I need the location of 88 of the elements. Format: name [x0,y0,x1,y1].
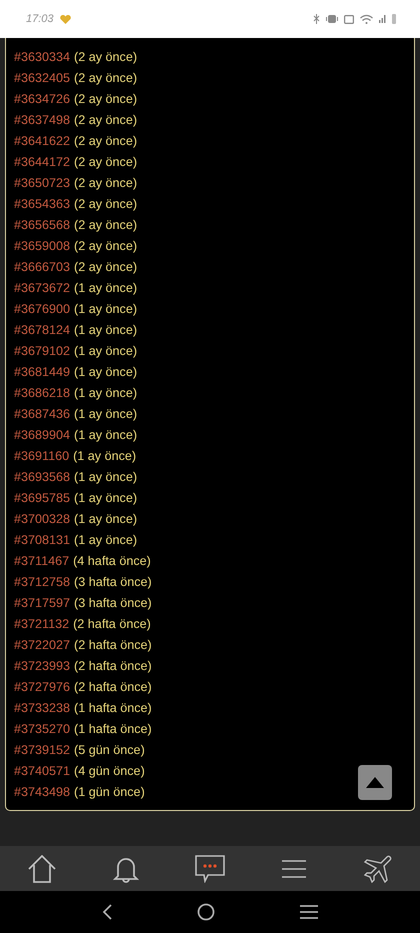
entry-age: (2 ay önce) [74,260,138,274]
chat-bubble-icon[interactable] [195,854,225,882]
entry-age: (1 ay önce) [74,364,138,378]
entry-age: (4 hafta önce) [73,554,151,568]
entry-age: (2 ay önce) [74,238,138,252]
entry-link[interactable]: #3676900 [14,302,70,316]
entry-age: (5 gün önce) [74,742,145,756]
entry-link[interactable]: #3735270 [14,722,70,736]
entry-age: (1 ay önce) [74,470,138,484]
home-circle-icon[interactable] [196,903,215,921]
vibrate-icon [326,15,338,23]
entry-age: (2 ay önce) [74,218,138,232]
entry-age: (2 hafta önce) [74,658,152,672]
entry-age: (1 ay önce) [74,532,138,546]
entry-link[interactable]: #3659008 [14,238,70,252]
entry-age: (2 ay önce) [74,92,138,106]
entry-link[interactable]: #3678124 [14,322,70,336]
entry-link[interactable]: #3656568 [14,218,70,232]
recent-apps-icon[interactable] [300,905,318,919]
back-icon[interactable] [102,904,112,920]
entry-age: (1 ay önce) [74,512,138,526]
entry-age: (2 ay önce) [74,112,138,126]
entry-age: (3 hafta önce) [74,596,152,610]
airplane-icon[interactable] [364,854,392,882]
entry-age: (2 ay önce) [74,70,138,84]
entry-link[interactable]: #3739152 [14,742,70,756]
signal-icon [379,15,386,23]
entry-age: (2 ay önce) [74,134,138,148]
entry-link[interactable]: #3723993 [14,658,70,672]
entry-link[interactable]: #3722027 [14,638,70,652]
entry-age: (4 gün önce) [74,764,145,778]
entry-link[interactable]: #3700328 [14,512,70,526]
entry-age: (1 ay önce) [74,302,138,316]
entry-link[interactable]: #3681449 [14,364,70,378]
entry-link[interactable]: #3650723 [14,176,70,190]
entry-link[interactable]: #3693568 [14,470,70,484]
entry-link[interactable]: #3691160 [14,448,70,462]
bluetooth-icon [313,13,320,25]
entry-link[interactable]: #3689904 [14,428,70,442]
entry-age: (2 hafta önce) [74,638,152,652]
entry-link[interactable]: #3727976 [14,680,70,694]
entry-age: (2 ay önce) [74,50,138,64]
entry-link[interactable]: #3644172 [14,154,70,168]
entry-link[interactable]: #3630334 [14,50,70,64]
menu-icon[interactable] [282,858,306,878]
entry-age: (2 ay önce) [74,154,138,168]
entry-link[interactable]: #3637498 [14,112,70,126]
entry-link[interactable]: #3695785 [14,490,70,504]
entry-link[interactable]: #3666703 [14,260,70,274]
entry-link[interactable]: #3679102 [14,344,70,358]
entry-link[interactable]: #3740571 [14,764,70,778]
entry-age: (1 ay önce) [74,344,138,358]
entry-age: (1 ay önce) [74,428,138,442]
entry-age: (1 ay önce) [74,280,138,294]
entry-link[interactable]: #3687436 [14,406,70,420]
entry-age: (1 ay önce) [74,490,138,504]
entry-link[interactable]: #3673672 [14,280,70,294]
entry-link[interactable]: #3708131 [14,532,70,546]
home-icon[interactable] [27,854,57,882]
battery-icon [392,14,396,24]
entry-age: (2 ay önce) [74,176,138,190]
entry-link[interactable]: #3632405 [14,70,70,84]
entry-age: (1 hafta önce) [74,700,152,714]
entry-link[interactable]: #3686218 [14,386,70,400]
entry-link[interactable]: #3654363 [14,196,70,210]
entry-link[interactable]: #3712758 [14,574,70,588]
entry-age: (2 hafta önce) [73,616,151,630]
heart-icon [60,14,71,24]
entry-link[interactable]: #3711467 [14,554,70,568]
entry-age: (2 hafta önce) [74,680,152,694]
entry-link[interactable]: #3733238 [14,700,70,714]
triangle-up-icon [366,777,384,788]
entry-age: (1 gün önce) [74,784,145,798]
clock-time: 17:03 [26,13,54,25]
entry-age: (1 ay önce) [73,448,136,462]
entry-age: (1 ay önce) [74,406,138,420]
entry-age: (1 hafta önce) [74,722,152,736]
entry-link[interactable]: #3641622 [14,134,70,148]
entry-link[interactable]: #3634726 [14,92,70,106]
entry-age: (3 hafta önce) [74,574,152,588]
wifi-icon [360,14,373,24]
entry-age: (2 ay önce) [74,196,138,210]
entry-link[interactable]: #3717597 [14,596,70,610]
entry-link[interactable]: #3721132 [14,616,70,630]
entry-link[interactable]: #3743498 [14,784,70,798]
entry-age: (1 ay önce) [74,386,138,400]
scroll-top-button[interactable] [358,765,392,800]
entry-age: (1 ay önce) [74,322,138,336]
